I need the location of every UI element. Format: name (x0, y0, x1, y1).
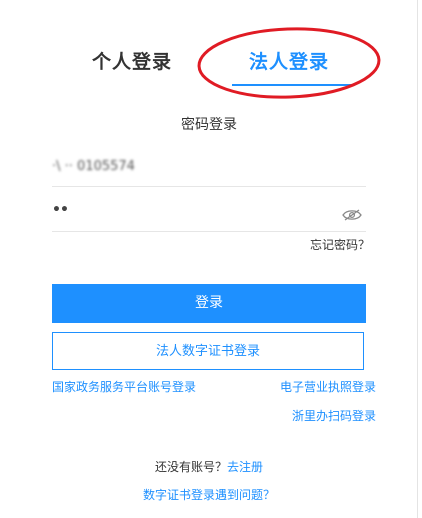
account-field[interactable]: ·\ ·· 0105574 (52, 150, 366, 187)
login-button[interactable]: 登录 (52, 284, 366, 323)
tab-legal-person-login[interactable]: 法人登录 (249, 47, 329, 74)
active-tab-indicator (232, 84, 354, 86)
legal-cert-login-button[interactable]: 法人数字证书登录 (52, 332, 364, 370)
tab-personal-login[interactable]: 个人登录 (92, 47, 172, 74)
cert-help-link[interactable]: 数字证书登录遇到问题？ (0, 486, 418, 503)
eye-slash-icon[interactable] (342, 209, 362, 221)
gov-platform-login-link[interactable]: 国家政务服务平台账号登录 (52, 378, 196, 395)
forgot-password-link[interactable]: 忘记密码？ (310, 236, 370, 253)
password-field[interactable]: •• (52, 197, 366, 232)
register-link[interactable]: 去注册 (227, 460, 263, 474)
panel-right-border (417, 0, 418, 518)
signup-row: 还没有账号？去注册 (0, 458, 418, 475)
password-input-value[interactable]: •• (52, 202, 69, 218)
signup-prompt: 还没有账号？ (154, 460, 227, 474)
business-license-login-link[interactable]: 电子营业执照登录 (280, 378, 376, 395)
password-login-title: 密码登录 (181, 117, 237, 133)
account-input-value[interactable]: ·\ ·· 0105574 (52, 159, 135, 174)
zheli-scan-login-link[interactable]: 浙里办扫码登录 (292, 407, 376, 424)
